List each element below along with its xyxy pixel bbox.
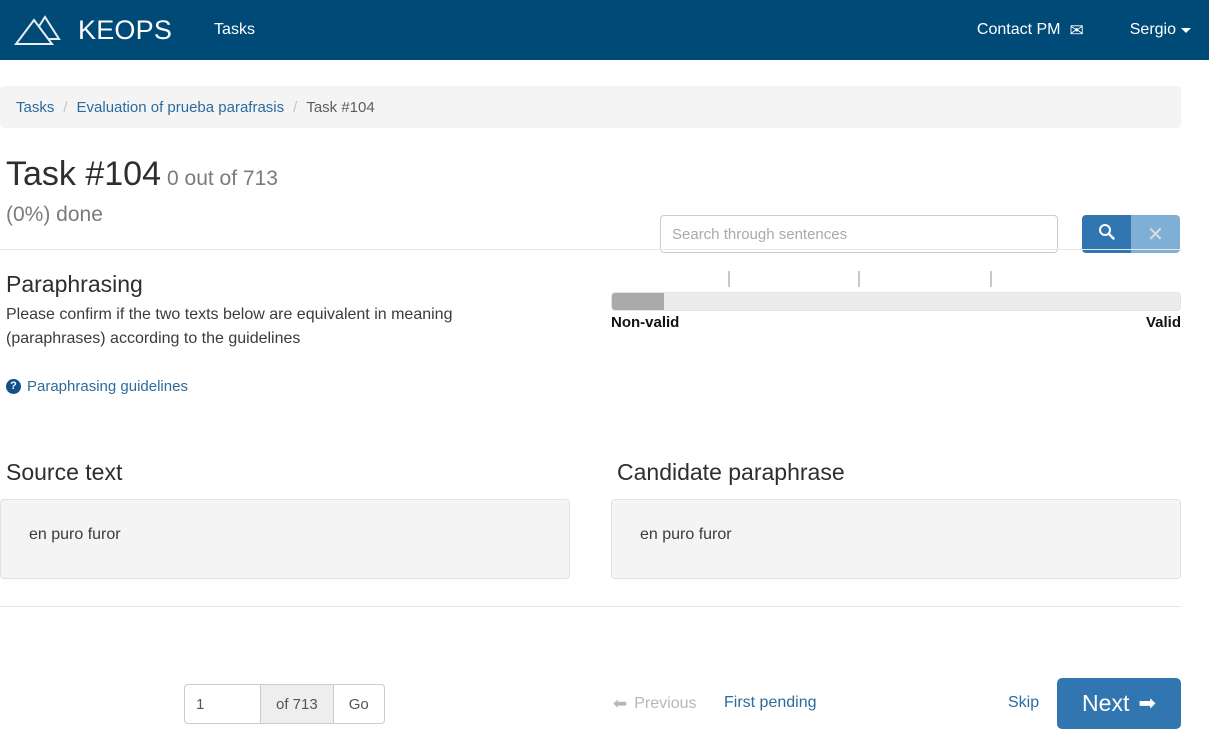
slider-ticks bbox=[611, 271, 1181, 287]
page-title-text: Task #104 bbox=[6, 155, 161, 193]
envelope-icon: ✉ bbox=[1069, 20, 1084, 40]
slider-label-valid: Valid bbox=[1145, 314, 1181, 331]
page-title: Task #104 0 out of 713 bbox=[6, 152, 278, 201]
breadcrumb-item-evaluation[interactable]: Evaluation of prueba parafrasis bbox=[77, 99, 285, 116]
top-navbar: KEOPS Tasks Contact PM ✉ Sergio bbox=[0, 0, 1209, 60]
close-x-icon: ✕ bbox=[1147, 223, 1164, 246]
question-circle-icon: ? bbox=[6, 379, 21, 394]
page-jump-group: of 713 Go bbox=[184, 684, 385, 724]
candidate-paraphrase-panel: Candidate paraphrase en puro furor bbox=[611, 458, 1181, 579]
task-heading: Paraphrasing bbox=[6, 271, 143, 297]
next-label: Next bbox=[1082, 690, 1130, 716]
candidate-paraphrase-box: en puro furor bbox=[611, 499, 1181, 579]
divider-top bbox=[0, 249, 1181, 250]
next-button[interactable]: Next ➡ bbox=[1057, 678, 1181, 729]
task-description: Please confirm if the two texts below ar… bbox=[6, 306, 453, 347]
divider-bottom bbox=[0, 606, 1181, 607]
magnifier-icon bbox=[1098, 223, 1115, 245]
pyramids-logo-icon bbox=[14, 10, 68, 50]
slider-track[interactable] bbox=[611, 292, 1181, 311]
guidelines-link[interactable]: ? Paraphrasing guidelines bbox=[6, 378, 188, 395]
page-header: Task #104 0 out of 713 (0%) done ✕ bbox=[0, 152, 1181, 253]
candidate-paraphrase-heading: Candidate paraphrase bbox=[617, 459, 845, 485]
previous-label: Previous bbox=[634, 695, 697, 712]
breadcrumb-item-current: Task #104 bbox=[306, 98, 375, 116]
contact-pm-link[interactable]: Contact PM ✉ bbox=[977, 22, 1084, 39]
guidelines-link-label: Paraphrasing guidelines bbox=[27, 378, 188, 395]
slider-tick bbox=[857, 271, 860, 287]
source-text-panel: Source text en puro furor bbox=[0, 458, 570, 579]
breadcrumb-separator: / bbox=[293, 98, 298, 116]
clear-search-button[interactable]: ✕ bbox=[1131, 215, 1180, 253]
previous-link[interactable]: ⬅ Previous bbox=[613, 694, 697, 714]
search-button[interactable] bbox=[1082, 215, 1131, 253]
page-done-text: (0%) done bbox=[6, 203, 103, 226]
slider-label-nonvalid: Non-valid bbox=[611, 314, 680, 331]
chevron-down-icon bbox=[1181, 27, 1191, 33]
validity-slider[interactable]: Non-valid Valid bbox=[611, 270, 1181, 331]
breadcrumb: Tasks / Evaluation of prueba parafrasis … bbox=[0, 86, 1181, 128]
user-menu-label: Sergio bbox=[1129, 21, 1176, 38]
brand-home-link[interactable]: KEOPS bbox=[14, 10, 172, 50]
right-arrow-icon: ➡ bbox=[1138, 692, 1156, 715]
page-total-label: of 713 bbox=[261, 684, 334, 724]
brand-name: KEOPS bbox=[78, 14, 173, 45]
navbar-right-group: Contact PM ✉ Sergio bbox=[931, 22, 1191, 39]
go-button[interactable]: Go bbox=[333, 684, 385, 724]
breadcrumb-item-tasks[interactable]: Tasks bbox=[16, 99, 54, 116]
user-menu-button[interactable]: Sergio bbox=[1130, 22, 1191, 38]
contact-pm-label: Contact PM bbox=[976, 21, 1061, 38]
source-text-box: en puro furor bbox=[0, 499, 570, 579]
page-number-input[interactable] bbox=[184, 684, 261, 724]
source-text-heading: Source text bbox=[6, 459, 123, 485]
search-input[interactable] bbox=[660, 215, 1058, 253]
nav-item-tasks[interactable]: Tasks bbox=[214, 22, 255, 38]
slider-tick bbox=[727, 271, 730, 287]
slider-tick bbox=[990, 271, 993, 287]
search-group: ✕ bbox=[660, 215, 1180, 253]
footer-navigation: of 713 Go ⬅ Previous First pending Skip … bbox=[0, 622, 1181, 729]
slider-handle[interactable] bbox=[612, 293, 664, 310]
left-arrow-icon: ⬅ bbox=[613, 694, 628, 713]
breadcrumb-separator: / bbox=[63, 98, 68, 116]
page-title-progress: 0 out of 713 bbox=[167, 167, 278, 190]
